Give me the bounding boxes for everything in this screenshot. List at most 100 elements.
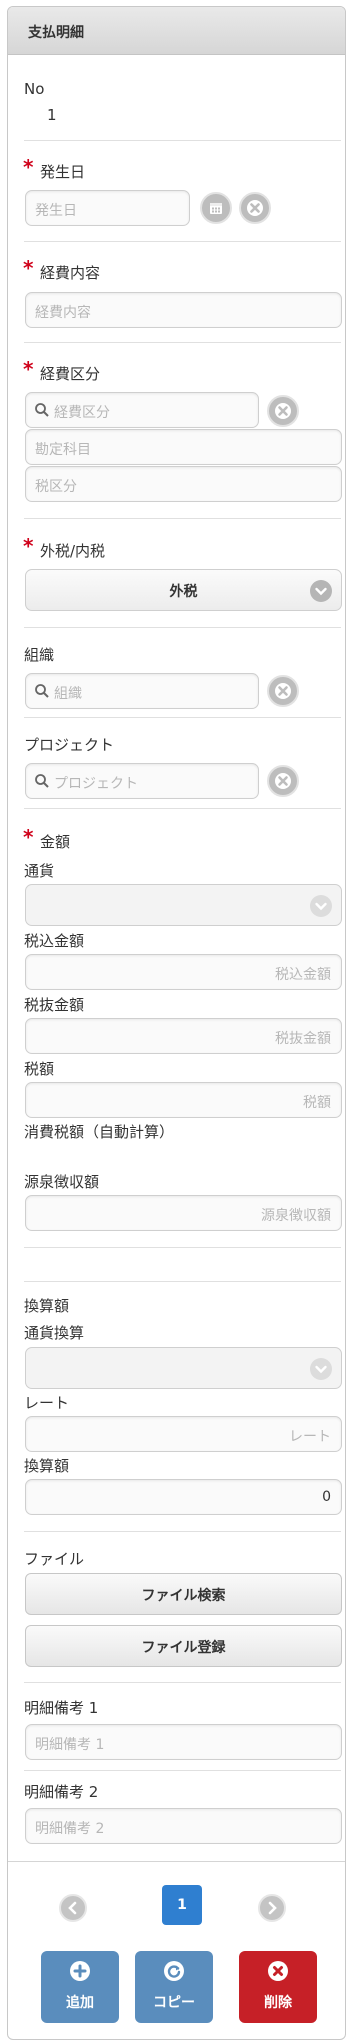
clear-organization-button[interactable]: [267, 675, 299, 707]
divider: [24, 1247, 341, 1248]
withholding-label: 源泉徴収額: [24, 1173, 100, 1191]
no-value: 1: [47, 106, 57, 124]
project-search[interactable]: プロジェクト: [25, 763, 259, 799]
divider: [24, 808, 341, 809]
footer-divider: [8, 1861, 345, 1862]
occurrence-date-placeholder: 発生日: [35, 203, 77, 219]
currency-conversion-label: 通貨換算: [24, 1324, 85, 1342]
divider: [24, 717, 341, 718]
tax-included-placeholder: 税込金額: [275, 967, 331, 983]
close-icon: [247, 200, 263, 216]
expense-category-placeholder: 経費区分: [54, 405, 110, 421]
panel-header: 支払明細: [8, 7, 345, 55]
file-register-button-label: ファイル登録: [141, 1640, 226, 1656]
converted-amount-label: 換算額: [24, 1457, 70, 1475]
rate-input[interactable]: レート: [25, 1416, 342, 1452]
divider: [24, 241, 341, 242]
divider: [24, 1531, 341, 1532]
chevron-down-icon: [310, 580, 332, 602]
rate-label: レート: [24, 1394, 70, 1412]
expense-content-label: 経費内容: [40, 264, 101, 282]
search-icon: [35, 774, 49, 788]
currency-select[interactable]: [25, 884, 342, 926]
clear-project-button[interactable]: [267, 765, 299, 797]
occurrence-date-label: 発生日: [40, 163, 86, 181]
payment-detail-panel: 支払明細 No 1 * 発生日 発生日 * 経費内容 経費内容 * 経費区分 経…: [7, 6, 346, 2040]
chevron-right-icon: [268, 1901, 277, 1915]
calendar-icon: [210, 203, 222, 214]
account-title-field: 勘定科目: [25, 429, 342, 465]
tax-amount-label: 税額: [24, 1060, 55, 1078]
remarks1-placeholder: 明細備考 1: [35, 1737, 105, 1753]
close-icon: [275, 683, 291, 699]
clear-date-button[interactable]: [239, 192, 271, 224]
next-page-button[interactable]: [258, 1894, 286, 1922]
divider: [24, 342, 341, 343]
close-icon: [275, 773, 291, 789]
withholding-placeholder: 源泉徴収額: [261, 1208, 331, 1224]
tax-category-field: 税区分: [25, 466, 342, 502]
divider: [24, 140, 341, 141]
converted-amount-input[interactable]: 0: [25, 1479, 342, 1515]
expense-category-label: 経費区分: [40, 365, 101, 383]
rate-placeholder: レート: [289, 1429, 331, 1445]
no-label: No: [24, 80, 45, 98]
tax-amount-placeholder: 税額: [303, 1095, 331, 1111]
amount-label: 金額: [40, 833, 71, 851]
delete-button-label: 削除: [264, 1995, 292, 2011]
chevron-left-icon: [68, 1901, 77, 1915]
calendar-button[interactable]: [200, 192, 232, 224]
search-icon: [35, 403, 49, 417]
chevron-down-icon: [310, 895, 332, 917]
refresh-icon: [164, 1961, 184, 1981]
tax-category-placeholder: 税区分: [35, 479, 77, 495]
occurrence-date-input[interactable]: 発生日: [25, 190, 190, 226]
currency-conversion-select[interactable]: [25, 1347, 342, 1389]
file-label: ファイル: [24, 1550, 85, 1568]
organization-search[interactable]: 組織: [25, 673, 259, 709]
converted-amount-value: 0: [322, 1489, 331, 1505]
remarks1-label: 明細備考 1: [24, 1699, 99, 1717]
divider: [24, 518, 341, 519]
tax-included-input[interactable]: 税込金額: [25, 954, 342, 990]
panel-title: 支払明細: [28, 25, 84, 41]
remarks1-input[interactable]: 明細備考 1: [25, 1724, 342, 1760]
expense-category-search[interactable]: 経費区分: [25, 392, 259, 428]
expense-content-input[interactable]: 経費内容: [25, 292, 342, 328]
divider: [24, 1281, 341, 1282]
copy-button[interactable]: コピー: [135, 1951, 213, 2023]
account-title-placeholder: 勘定科目: [35, 442, 91, 458]
search-icon: [35, 684, 49, 698]
add-button[interactable]: 追加: [41, 1951, 119, 2023]
currency-label: 通貨: [24, 862, 55, 880]
tax-type-select[interactable]: 外税: [25, 569, 342, 611]
file-search-button[interactable]: ファイル検索: [25, 1573, 342, 1615]
previous-page-button[interactable]: [59, 1894, 87, 1922]
divider: [24, 627, 341, 628]
tax-amount-input[interactable]: 税額: [25, 1082, 342, 1118]
clear-expense-category-button[interactable]: [267, 395, 299, 427]
organization-label: 組織: [24, 646, 55, 664]
copy-button-label: コピー: [153, 1995, 195, 2011]
required-mark: *: [23, 357, 34, 381]
add-button-label: 追加: [66, 1995, 94, 2011]
project-placeholder: プロジェクト: [54, 776, 138, 792]
tax-excluded-label: 税抜金額: [24, 996, 85, 1014]
withholding-input[interactable]: 源泉徴収額: [25, 1195, 342, 1231]
tax-included-label: 税込金額: [24, 932, 85, 950]
required-mark: *: [23, 825, 34, 849]
file-register-button[interactable]: ファイル登録: [25, 1625, 342, 1667]
tax-type-selected: 外税: [169, 584, 198, 600]
consumption-tax-label: 消費税額（自動計算）: [24, 1123, 175, 1141]
chevron-down-icon: [310, 1358, 332, 1380]
remarks2-placeholder: 明細備考 2: [35, 1821, 105, 1837]
remarks2-input[interactable]: 明細備考 2: [25, 1808, 342, 1844]
current-page[interactable]: 1: [162, 1885, 202, 1925]
expense-content-placeholder: 経費内容: [35, 305, 91, 321]
divider: [24, 1682, 341, 1683]
delete-button[interactable]: 削除: [239, 1951, 317, 2023]
close-icon: [268, 1961, 288, 1981]
required-mark: *: [23, 256, 34, 280]
tax-excluded-input[interactable]: 税抜金額: [25, 1018, 342, 1054]
close-icon: [275, 403, 291, 419]
